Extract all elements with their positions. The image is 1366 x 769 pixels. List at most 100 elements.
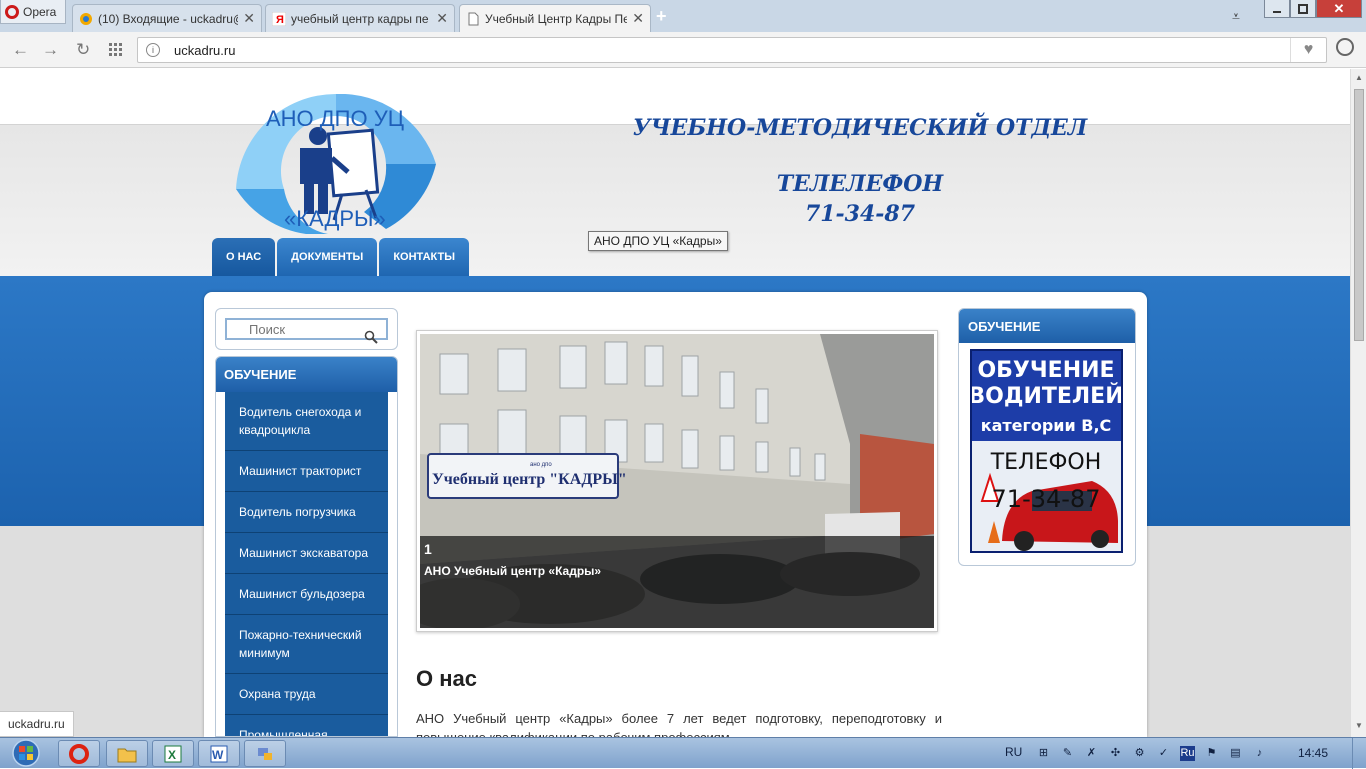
menu-item-bulldozer[interactable]: Машинист бульдозера xyxy=(225,574,388,615)
slide-number: 1 xyxy=(424,541,432,557)
close-icon[interactable]: ✕ xyxy=(436,10,448,27)
browser-tab-bar: Opera (10) Входящие - uckadru@ ✕ Я учебн… xyxy=(0,0,1366,32)
banner-graphic: ОБУЧЕНИЕ ВОДИТЕЛЕЙ категории В,С ТЕЛЕФОН… xyxy=(972,351,1121,551)
speed-dial-grid-icon[interactable] xyxy=(109,43,123,57)
sign-text: Учебный центр "КАДРЫ" xyxy=(432,471,627,488)
tray-settings-icon[interactable]: ⚙ xyxy=(1132,746,1147,761)
tab-yandex[interactable]: Я учебный центр кадры пе ✕ xyxy=(265,4,455,32)
account-icon[interactable] xyxy=(1336,38,1354,56)
menu-item-forklift[interactable]: Водитель погрузчика xyxy=(225,492,388,533)
scroll-thumb[interactable] xyxy=(1354,89,1364,341)
opera-icon xyxy=(69,743,89,764)
opera-logo-icon xyxy=(5,4,19,19)
svg-text:Я: Я xyxy=(276,14,284,26)
content-box: ОБУЧЕНИЕ Водитель снегохода и квадроцикл… xyxy=(204,292,1147,737)
close-icon: ✕ xyxy=(1333,0,1345,16)
nav-documents[interactable]: ДОКУМЕНТЫ xyxy=(277,238,378,276)
maximize-icon xyxy=(1298,3,1308,14)
tray-volume-icon[interactable]: ♪ xyxy=(1252,746,1267,761)
menu-item-labor-protection[interactable]: Охрана труда xyxy=(225,674,388,715)
address-url[interactable]: uckadru.ru xyxy=(174,43,235,58)
tab-mail[interactable]: (10) Входящие - uckadru@ ✕ xyxy=(72,4,262,32)
close-icon[interactable]: ✕ xyxy=(243,10,255,27)
forward-arrow-icon[interactable]: → xyxy=(42,40,59,60)
about-text: АНО Учебный центр «Кадры» более 7 лет ве… xyxy=(416,711,942,737)
folder-icon xyxy=(117,748,137,762)
menu-item-industrial[interactable]: Промышленная xyxy=(225,715,388,736)
back-arrow-icon[interactable]: ← xyxy=(12,40,29,60)
heart-bookmark-icon[interactable]: ♥ xyxy=(1290,38,1326,62)
slide-caption-text: АНО Учебный центр «Кадры» xyxy=(424,564,602,578)
menu-item-snowmobile[interactable]: Водитель снегохода и квадроцикла xyxy=(225,392,388,451)
right-training-module: ОБУЧЕНИЕ ОБУЧЕНИЕ ВОДИТЕЛЕЙ категории В,… xyxy=(958,308,1136,566)
taskbar-excel[interactable]: X xyxy=(152,740,194,767)
tray-pen-icon[interactable]: ✎ xyxy=(1060,746,1075,761)
close-icon[interactable]: ✕ xyxy=(632,10,644,27)
network-app-icon xyxy=(258,747,272,760)
minimize-icon xyxy=(1273,10,1281,13)
page-viewport: АНО ДПО УЦ «КАДРЫ» УЧЕБНО-МЕТОДИЧЕСКИЙ О… xyxy=(0,69,1350,737)
windows-taskbar: X W RU ⊞ ✎ ✗ ✣ ⚙ ✓ Ru ⚑ ▤ ♪ 14:45 xyxy=(0,737,1366,769)
tray-windows-icon[interactable]: ⊞ xyxy=(1036,746,1051,761)
tray-check-icon[interactable]: ✓ xyxy=(1156,746,1171,761)
tray-tools-icon[interactable]: ✗ xyxy=(1084,746,1099,761)
search-icon[interactable] xyxy=(364,330,378,344)
site-info-icon[interactable]: i xyxy=(146,43,160,57)
taskbar-app[interactable] xyxy=(244,740,286,767)
banner-line1: ОБУЧЕНИЕ xyxy=(977,358,1114,383)
tray-clock[interactable]: 14:45 xyxy=(1298,746,1328,760)
menu-item-fire-safety[interactable]: Пожарно-технический минимум xyxy=(225,615,388,674)
tray-bug-icon[interactable]: ✣ xyxy=(1108,746,1123,761)
left-module-title: ОБУЧЕНИЕ xyxy=(216,357,397,392)
building-photo: Учебный центр "КАДРЫ" ано дпо 1 АНО Учеб… xyxy=(420,334,934,628)
page-scrollbar[interactable]: ▲ ▼ xyxy=(1350,69,1366,737)
tray-language[interactable]: RU xyxy=(1005,745,1022,759)
tab-menu-icon[interactable]: ⩡ xyxy=(1232,8,1240,25)
page-icon xyxy=(468,12,479,25)
windows-start-icon[interactable] xyxy=(2,738,46,769)
banner-phone: 71-34-87 xyxy=(992,485,1101,513)
taskbar-explorer[interactable] xyxy=(106,740,148,767)
logo-top-text: АНО ДПО УЦ xyxy=(266,106,404,131)
right-module-title: ОБУЧЕНИЕ xyxy=(959,309,1135,343)
reload-icon[interactable]: ↻ xyxy=(76,40,90,60)
department-title: УЧЕБНО-МЕТОДИЧЕСКИЙ ОТДЕЛ xyxy=(632,115,1088,141)
phone-number: 71-34-87 xyxy=(804,201,916,227)
image-slider[interactable]: Учебный центр "КАДРЫ" ано дпо 1 АНО Учеб… xyxy=(416,330,938,632)
close-window-button[interactable]: ✕ xyxy=(1316,0,1362,18)
tray-flag-icon[interactable]: ⚑ xyxy=(1204,746,1219,761)
nav-contacts[interactable]: КОНТАКТЫ xyxy=(379,238,469,276)
banner-line2: ВОДИТЕЛЕЙ xyxy=(972,383,1121,409)
tray-network-icon[interactable]: ▤ xyxy=(1228,746,1243,761)
tab-title: учебный центр кадры пе xyxy=(291,11,429,26)
taskbar-opera[interactable] xyxy=(58,740,100,767)
menu-item-excavator[interactable]: Машинист экскаватора xyxy=(225,533,388,574)
address-bar[interactable]: i uckadru.ru ♥ xyxy=(137,37,1327,63)
page-title: О нас xyxy=(416,666,477,691)
svg-text:X: X xyxy=(168,748,176,762)
driving-school-banner[interactable]: ОБУЧЕНИЕ ВОДИТЕЛЕЙ категории В,С ТЕЛЕФОН… xyxy=(970,349,1123,553)
new-tab-plus-icon[interactable]: + xyxy=(656,6,667,27)
minimize-button[interactable] xyxy=(1264,0,1290,18)
banner-line3: категории В,С xyxy=(981,416,1112,435)
nav-about[interactable]: О НАС xyxy=(212,238,276,276)
taskbar-word[interactable]: W xyxy=(198,740,240,767)
main-nav: О НАС ДОКУМЕНТЫ КОНТАКТЫ xyxy=(212,238,469,276)
tab-active-page[interactable]: Учебный Центр Кадры Пе ✕ xyxy=(459,4,651,32)
menu-item-tractor[interactable]: Машинист тракторист xyxy=(225,451,388,492)
slider-caption: 1 АНО Учебный центр «Кадры» xyxy=(420,536,934,628)
tab-title: Учебный Центр Кадры Пе xyxy=(485,11,628,26)
scroll-up-icon[interactable]: ▲ xyxy=(1355,73,1363,82)
scroll-down-icon[interactable]: ▼ xyxy=(1355,721,1363,730)
word-icon: W xyxy=(210,745,228,762)
maximize-button[interactable] xyxy=(1290,0,1316,18)
show-desktop-button[interactable] xyxy=(1352,738,1366,769)
opera-menu-label: Opera xyxy=(23,4,57,19)
tray-ru-badge[interactable]: Ru xyxy=(1180,746,1195,761)
site-logo[interactable]: АНО ДПО УЦ «КАДРЫ» xyxy=(236,94,436,234)
svg-text:W: W xyxy=(212,748,224,762)
excel-icon: X xyxy=(164,745,182,762)
training-menu: Водитель снегохода и квадроцикла Машинис… xyxy=(225,392,388,736)
opera-menu-button[interactable]: Opera xyxy=(0,0,66,24)
phone-label: ТЕЛЕЛЕФОН xyxy=(776,171,944,197)
